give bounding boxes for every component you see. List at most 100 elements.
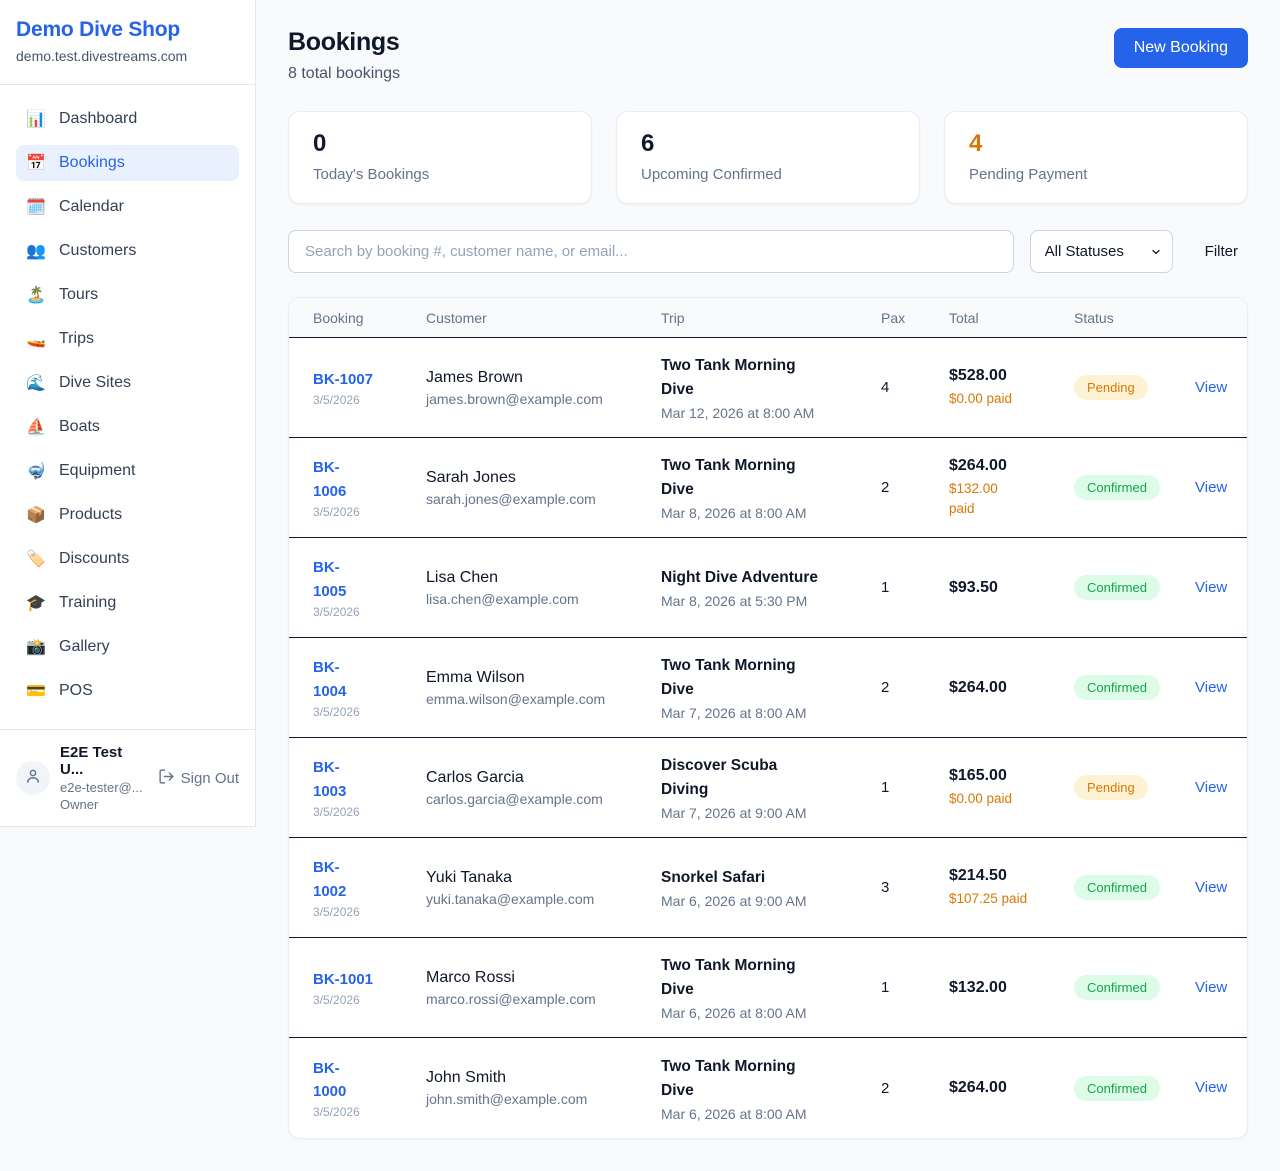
view-link[interactable]: View [1195, 479, 1227, 496]
stat-label: Upcoming Confirmed [641, 166, 895, 183]
customer-name: Sarah Jones [426, 469, 661, 487]
sidebar-item-products[interactable]: 📦 Products [16, 497, 239, 533]
sidebar-item-label: POS [59, 682, 93, 700]
filter-button[interactable]: Filter [1195, 235, 1248, 268]
sidebar-item-trips[interactable]: 🚤 Trips [16, 321, 239, 357]
customer-cell: Lisa Chen lisa.chen@example.com [426, 569, 661, 607]
sidebar-item-label: Gallery [59, 638, 110, 656]
table-row: BK- 1000 3/5/2026 John Smith john.smith@… [289, 1038, 1247, 1138]
customer-cell: James Brown james.brown@example.com [426, 369, 661, 407]
sidebar-item-calendar[interactable]: 🗓️ Calendar [16, 189, 239, 225]
brand-name: Demo Dive Shop [16, 18, 239, 42]
booking-id-link[interactable]: BK- 1002 [313, 856, 346, 903]
view-link[interactable]: View [1195, 679, 1227, 696]
pax-cell: 1 [881, 979, 949, 996]
booking-id-link[interactable]: BK- 1005 [313, 556, 346, 603]
customer-email: james.brown@example.com [426, 391, 661, 407]
booking-id-link[interactable]: BK- 1000 [313, 1057, 346, 1104]
booking-id-link[interactable]: BK-1001 [313, 968, 373, 991]
view-link[interactable]: View [1195, 879, 1227, 896]
pax-cell: 2 [881, 479, 949, 496]
stat-label: Today's Bookings [313, 166, 567, 183]
sidebar-item-discounts[interactable]: 🏷️ Discounts [16, 541, 239, 577]
nav-icon: 📸 [26, 637, 46, 657]
stat-label: Pending Payment [969, 166, 1223, 183]
trip-datetime: Mar 6, 2026 at 9:00 AM [661, 893, 881, 909]
status-select[interactable]: All Statuses [1030, 230, 1173, 273]
customer-name: Emma Wilson [426, 669, 661, 687]
view-cell: View [1195, 1079, 1227, 1097]
booking-date: 3/5/2026 [313, 505, 426, 519]
column-header-customer: Customer [426, 310, 661, 326]
nav-icon: 📦 [26, 505, 46, 525]
stat-card: 0 Today's Bookings [288, 111, 592, 204]
customer-cell: Emma Wilson emma.wilson@example.com [426, 669, 661, 707]
booking-cell: BK- 1004 3/5/2026 [313, 656, 426, 719]
table-row: BK- 1002 3/5/2026 Yuki Tanaka yuki.tanak… [289, 838, 1247, 938]
brand-domain: demo.test.divestreams.com [16, 48, 239, 64]
booking-id-link[interactable]: BK- 1004 [313, 656, 346, 703]
view-link[interactable]: View [1195, 379, 1227, 396]
page-subtitle: 8 total bookings [288, 65, 400, 83]
booking-date: 3/5/2026 [313, 605, 426, 619]
sidebar-item-tours[interactable]: 🏝️ Tours [16, 277, 239, 313]
user-footer: E2E Test U... e2e-tester@... Owner Sign … [0, 729, 255, 826]
customer-email: emma.wilson@example.com [426, 691, 661, 707]
paid-amount: $132.00 paid [949, 479, 1074, 518]
booking-cell: BK- 1003 3/5/2026 [313, 756, 426, 819]
sidebar-item-equipment[interactable]: 🤿 Equipment [16, 453, 239, 489]
sidebar-item-label: Calendar [59, 198, 124, 216]
trip-cell: Two Tank Morning Dive Mar 12, 2026 at 8:… [661, 354, 881, 421]
user-role: Owner [60, 797, 148, 812]
paid-amount: $0.00 paid [949, 789, 1074, 809]
total-cell: $214.50 $107.25 paid [949, 867, 1074, 909]
trip-datetime: Mar 8, 2026 at 5:30 PM [661, 593, 881, 609]
page-title: Bookings [288, 28, 400, 57]
trip-cell: Two Tank Morning Dive Mar 7, 2026 at 8:0… [661, 654, 881, 721]
customer-email: marco.rossi@example.com [426, 991, 661, 1007]
stat-card: 6 Upcoming Confirmed [616, 111, 920, 204]
booking-date: 3/5/2026 [313, 393, 426, 407]
trip-name: Night Dive Adventure [661, 566, 881, 590]
booking-id-link[interactable]: BK- 1003 [313, 756, 346, 803]
total-cell: $132.00 [949, 979, 1074, 997]
sidebar-item-customers[interactable]: 👥 Customers [16, 233, 239, 269]
trip-name: Two Tank Morning Dive [661, 454, 881, 502]
trip-datetime: Mar 7, 2026 at 8:00 AM [661, 705, 881, 721]
sidebar-item-gallery[interactable]: 📸 Gallery [16, 629, 239, 665]
booking-id-link[interactable]: BK-1007 [313, 368, 373, 391]
logout-icon [158, 768, 175, 789]
view-cell: View [1195, 779, 1227, 797]
view-link[interactable]: View [1195, 779, 1227, 796]
status-cell: Confirmed [1074, 475, 1195, 500]
sidebar-item-training[interactable]: 🎓 Training [16, 585, 239, 621]
customer-cell: Carlos Garcia carlos.garcia@example.com [426, 769, 661, 807]
new-booking-button[interactable]: New Booking [1114, 28, 1248, 68]
customer-name: Carlos Garcia [426, 769, 661, 787]
customer-cell: Sarah Jones sarah.jones@example.com [426, 469, 661, 507]
sign-out-label: Sign Out [181, 770, 239, 787]
nav-icon: 🚤 [26, 329, 46, 349]
sidebar-item-label: Trips [59, 330, 94, 348]
view-link[interactable]: View [1195, 579, 1227, 596]
total-cell: $264.00 $132.00 paid [949, 457, 1074, 518]
search-input[interactable] [288, 230, 1014, 273]
nav-icon: 🌊 [26, 373, 46, 393]
sidebar-item-bookings[interactable]: 📅 Bookings [16, 145, 239, 181]
sign-out-button[interactable]: Sign Out [158, 768, 239, 789]
status-cell: Confirmed [1074, 1076, 1195, 1101]
sidebar-item-boats[interactable]: ⛵ Boats [16, 409, 239, 445]
view-link[interactable]: View [1195, 979, 1227, 996]
sidebar-item-dive-sites[interactable]: 🌊 Dive Sites [16, 365, 239, 401]
customer-name: Marco Rossi [426, 969, 661, 987]
booking-id-link[interactable]: BK- 1006 [313, 456, 346, 503]
column-header-status: Status [1074, 310, 1195, 326]
sidebar-item-dashboard[interactable]: 📊 Dashboard [16, 101, 239, 137]
booking-cell: BK- 1002 3/5/2026 [313, 856, 426, 919]
user-icon [24, 767, 42, 790]
total-amount: $214.50 [949, 867, 1074, 885]
view-cell: View [1195, 479, 1227, 497]
view-link[interactable]: View [1195, 1079, 1227, 1096]
sidebar-item-pos[interactable]: 💳 POS [16, 673, 239, 709]
main-content: Bookings 8 total bookings New Booking 0 … [256, 0, 1280, 1171]
